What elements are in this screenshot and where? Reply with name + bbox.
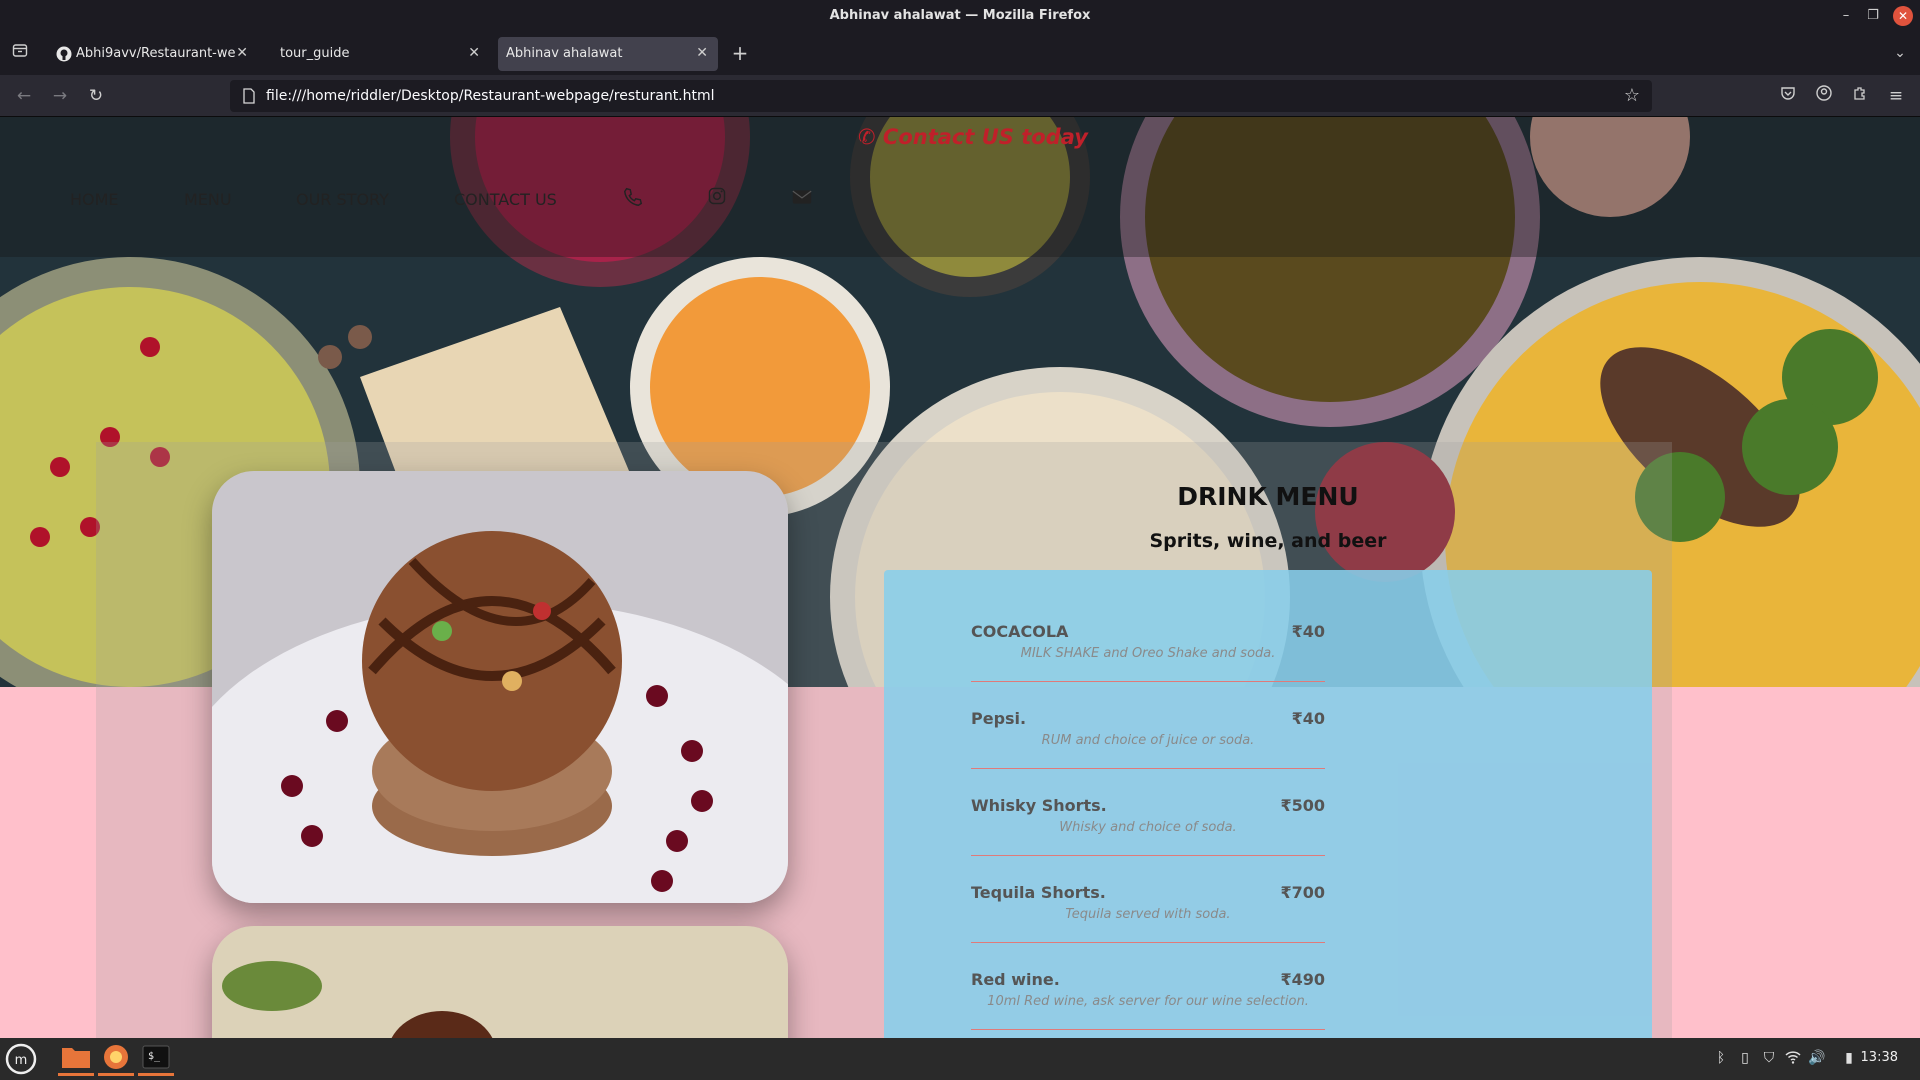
- pocket-icon[interactable]: [1776, 84, 1800, 108]
- github-icon: [56, 46, 72, 62]
- tab-tour-guide[interactable]: tour_guide ✕: [270, 37, 490, 71]
- menu-item: Red wine. ₹490 10ml Red wine, ask server…: [971, 970, 1325, 1030]
- maximize-button[interactable]: ❐: [1863, 6, 1883, 26]
- terminal-icon[interactable]: $_: [138, 1042, 174, 1076]
- instagram-icon[interactable]: [707, 186, 727, 206]
- tab-close-icon[interactable]: ✕: [236, 45, 248, 61]
- firefox-icon[interactable]: [98, 1042, 134, 1076]
- back-button[interactable]: ←: [12, 84, 36, 108]
- wifi-icon[interactable]: [1784, 1050, 1802, 1068]
- window-titlebar: Abhinav ahalawat — Mozilla Firefox – ❐ ✕: [0, 0, 1920, 33]
- url-text[interactable]: file:///home/riddler/Desktop/Restaurant-…: [266, 88, 715, 104]
- item-price: ₹40: [1291, 622, 1325, 641]
- tab-label: Abhinav ahalawat: [506, 46, 623, 61]
- item-description: 10ml Red wine, ask server for our wine s…: [987, 994, 1309, 1009]
- new-tab-button[interactable]: +: [728, 41, 752, 65]
- item-name: Red wine.: [971, 970, 1060, 989]
- clock[interactable]: 13:38: [1861, 1050, 1898, 1065]
- menu-item: Pepsi. ₹40 RUM and choice of juice or so…: [971, 709, 1325, 769]
- phone-banner-icon: ✆: [858, 125, 876, 149]
- dessert-photo-2: [212, 926, 788, 1038]
- url-bar[interactable]: file:///home/riddler/Desktop/Restaurant-…: [230, 80, 1652, 112]
- tab-label: Abhi9avv/Restaurant-webpage: [76, 46, 236, 61]
- dessert-photo: [212, 471, 788, 903]
- mail-icon[interactable]: [792, 189, 812, 205]
- contact-banner[interactable]: ✆ Contact US today: [858, 125, 1088, 149]
- tab-close-icon[interactable]: ✕: [696, 45, 708, 61]
- nav-our-story-link[interactable]: OUR STORY: [296, 190, 389, 209]
- shield-icon[interactable]: ⛉: [1760, 1050, 1778, 1068]
- item-price: ₹700: [1280, 883, 1325, 902]
- drink-menu-subtitle: Sprits, wine, and beer: [1149, 530, 1387, 552]
- list-tabs-chevron-icon[interactable]: ⌄: [1888, 41, 1912, 65]
- item-name: Whisky Shorts.: [971, 796, 1107, 815]
- page-icon: [243, 88, 255, 104]
- bookmark-star-icon[interactable]: ☆: [1624, 85, 1640, 106]
- svg-text:m: m: [15, 1053, 28, 1068]
- active-indicator: [98, 1073, 134, 1076]
- item-price: ₹490: [1280, 970, 1325, 989]
- mint-menu-icon[interactable]: m: [4, 1042, 40, 1076]
- clipboard-icon[interactable]: ▯: [1736, 1050, 1754, 1068]
- tab-overview-icon[interactable]: [8, 42, 32, 66]
- minimize-button[interactable]: –: [1836, 6, 1856, 26]
- tab-bar: Abhi9avv/Restaurant-webpage ✕ tour_guide…: [0, 33, 1920, 75]
- active-indicator: [58, 1073, 94, 1076]
- item-description: RUM and choice of juice or soda.: [1041, 733, 1255, 748]
- taskbar: m $_ ᛒ ▯ ⛉ 🔊 ▮ 13:38: [0, 1038, 1920, 1080]
- item-description: Tequila served with soda.: [1065, 907, 1231, 922]
- bluetooth-icon[interactable]: ᛒ: [1712, 1050, 1730, 1068]
- forward-button[interactable]: →: [48, 84, 72, 108]
- item-description: Whisky and choice of soda.: [1059, 820, 1237, 835]
- item-price: ₹40: [1291, 709, 1325, 728]
- tab-close-icon[interactable]: ✕: [468, 45, 480, 61]
- close-window-button[interactable]: ✕: [1893, 6, 1913, 26]
- nav-menu-link[interactable]: MENU: [184, 190, 232, 209]
- drink-menu-title: DRINK MENU: [1177, 482, 1359, 511]
- menu-item: Whisky Shorts. ₹500 Whisky and choice of…: [971, 796, 1325, 856]
- tab-label: tour_guide: [280, 46, 350, 61]
- drink-menu-list: COCACOLA ₹40 MILK SHAKE and Oreo Shake a…: [884, 570, 1652, 1038]
- tab-github[interactable]: Abhi9avv/Restaurant-webpage ✕: [46, 37, 258, 71]
- item-name: COCACOLA: [971, 622, 1069, 641]
- window-title: Abhinav ahalawat — Mozilla Firefox: [829, 8, 1091, 23]
- account-icon[interactable]: [1812, 84, 1836, 108]
- active-indicator: [138, 1073, 174, 1076]
- files-icon[interactable]: [58, 1042, 94, 1076]
- menu-item: Tequila Shorts. ₹700 Tequila served with…: [971, 883, 1325, 943]
- nav-home-link[interactable]: HOME: [70, 190, 119, 209]
- volume-icon[interactable]: 🔊: [1808, 1050, 1826, 1068]
- nav-contact-us-link[interactable]: CONTACT US: [454, 190, 557, 209]
- item-name: Tequila Shorts.: [971, 883, 1106, 902]
- page-viewport: ✆ Contact US today HOME MENU OUR STORY C…: [0, 117, 1920, 1038]
- tab-abhinav-ahalawat[interactable]: Abhinav ahalawat ✕: [498, 37, 718, 71]
- phone-icon[interactable]: [622, 186, 644, 208]
- extensions-icon[interactable]: [1848, 84, 1872, 108]
- item-price: ₹500: [1280, 796, 1325, 815]
- menu-item: COCACOLA ₹40 MILK SHAKE and Oreo Shake a…: [971, 622, 1325, 682]
- item-description: MILK SHAKE and Oreo Shake and soda.: [1020, 646, 1276, 661]
- battery-icon[interactable]: ▮: [1840, 1050, 1858, 1068]
- reload-button[interactable]: ↻: [84, 84, 108, 108]
- hamburger-menu-icon[interactable]: ≡: [1884, 84, 1908, 108]
- svg-text:$_: $_: [148, 1051, 161, 1062]
- navigation-toolbar: ← → ↻ file:///home/riddler/Desktop/Resta…: [0, 75, 1920, 117]
- contact-banner-text: Contact US today: [882, 125, 1088, 149]
- item-name: Pepsi.: [971, 709, 1027, 728]
